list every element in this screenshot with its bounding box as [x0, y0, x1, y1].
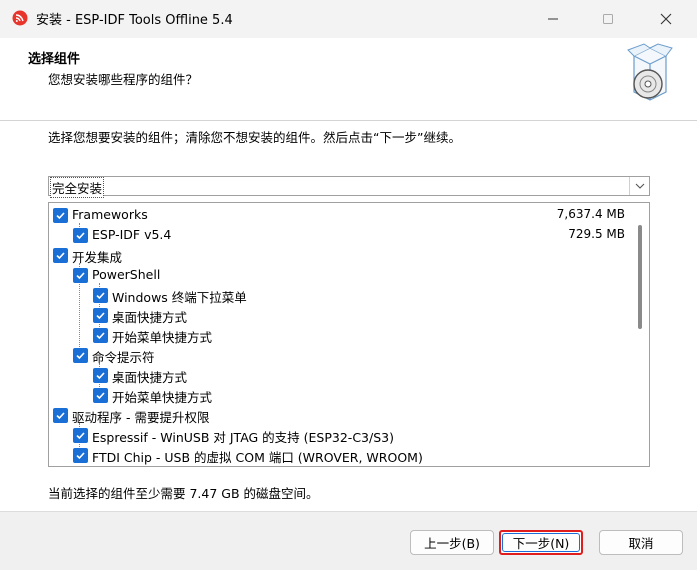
close-icon [660, 13, 672, 25]
component-row[interactable]: 开始菜单快捷方式 [49, 385, 629, 405]
component-label: Windows 终端下拉菜单 [112, 290, 247, 305]
espressif-logo-icon [12, 10, 28, 26]
component-label: Espressif - WinUSB 对 JTAG 的支持 (ESP32-C3/… [92, 430, 394, 445]
checkmark-icon [76, 432, 85, 440]
component-checkbox[interactable] [73, 268, 88, 283]
component-row[interactable]: 命令提示符 [49, 345, 629, 365]
close-button[interactable] [643, 0, 689, 38]
install-type-dropdown[interactable]: 完全安装 [48, 176, 650, 198]
component-size: 7,637.4 MB [556, 207, 625, 221]
component-checkbox[interactable] [73, 448, 88, 463]
page-subtitle: 您想安装哪些程序的组件？ [48, 72, 199, 87]
component-row[interactable]: 桌面快捷方式 [49, 305, 629, 325]
component-label: 桌面快捷方式 [112, 310, 188, 325]
component-checkbox[interactable] [73, 428, 88, 443]
back-button[interactable]: 上一步(B) [410, 530, 494, 555]
checkmark-icon [96, 332, 105, 340]
component-checkbox[interactable] [93, 388, 108, 403]
component-row[interactable]: 开发集成 [49, 245, 629, 265]
tree-scrollbar[interactable] [631, 203, 649, 466]
component-row[interactable]: FTDI Chip - USB 的虚拟 COM 端口 (WROVER, WROO… [49, 445, 629, 465]
component-label: 桌面快捷方式 [112, 370, 188, 385]
component-checkbox[interactable] [53, 408, 68, 423]
maximize-icon [603, 14, 613, 24]
minimize-button[interactable] [530, 0, 576, 38]
component-label: 开始菜单快捷方式 [112, 390, 213, 405]
checkmark-icon [96, 392, 105, 400]
component-label: 驱动程序 - 需要提升权限 [72, 410, 210, 425]
page-title: 选择组件 [28, 52, 81, 67]
component-label: ESP-IDF v5.4 [92, 227, 172, 242]
component-checkbox[interactable] [53, 248, 68, 263]
checkmark-icon [76, 452, 85, 460]
component-row[interactable]: Windows 终端下拉菜单 [49, 285, 629, 305]
component-label: 开始菜单快捷方式 [112, 330, 213, 345]
window-title: 安装 - ESP-IDF Tools Offline 5.4 [36, 13, 233, 28]
checkmark-icon [56, 252, 65, 260]
next-button[interactable]: 下一步(N) [499, 530, 583, 555]
wizard-footer: 上一步(B) 下一步(N) 取消 [0, 511, 697, 570]
checkmark-icon [56, 212, 65, 220]
wizard-body: 选择您想要安装的组件；清除您不想安装的组件。然后点击“下一步”继续。 完全安装 … [0, 121, 697, 511]
component-label: FTDI Chip - USB 的虚拟 COM 端口 (WROVER, WROO… [92, 450, 423, 465]
component-label: 开发集成 [72, 250, 123, 265]
scrollbar-thumb[interactable] [638, 225, 642, 329]
instructions-text: 选择您想要安装的组件；清除您不想安装的组件。然后点击“下一步”继续。 [48, 130, 461, 145]
component-label: 命令提示符 [92, 350, 155, 365]
install-type-value: 完全安装 [49, 177, 105, 198]
cancel-button[interactable]: 取消 [599, 530, 683, 555]
minimize-icon [548, 18, 558, 20]
dropdown-arrow[interactable] [629, 177, 649, 195]
install-box-disc-icon [627, 43, 673, 101]
component-label: Frameworks [72, 207, 148, 222]
disk-space-note: 当前选择的组件至少需要 7.47 GB 的磁盘空间。 [48, 486, 319, 501]
component-row[interactable]: 开始菜单快捷方式 [49, 325, 629, 345]
components-tree[interactable]: Frameworks 7,637.4 MB ESP-IDF v5.4 729.5 MB… [48, 202, 650, 467]
component-checkbox[interactable] [93, 308, 108, 323]
checkmark-icon [96, 372, 105, 380]
component-checkbox[interactable] [73, 228, 88, 243]
checkmark-icon [56, 412, 65, 420]
component-checkbox[interactable] [53, 208, 68, 223]
component-label: PowerShell [92, 267, 161, 282]
checkmark-icon [76, 272, 85, 280]
chevron-down-icon [635, 183, 644, 189]
checkmark-icon [76, 352, 85, 360]
component-size: 729.5 MB [568, 227, 625, 241]
next-button-label: 下一步(N) [502, 533, 580, 552]
component-row[interactable]: ESP-IDF v5.4 729.5 MB [49, 225, 629, 245]
component-row[interactable]: 桌面快捷方式 [49, 365, 629, 385]
checkmark-icon [96, 292, 105, 300]
title-bar: 安装 - ESP-IDF Tools Offline 5.4 [0, 0, 697, 38]
component-row[interactable]: PowerShell [49, 265, 629, 285]
checkmark-icon [76, 232, 85, 240]
component-row[interactable]: Espressif - WinUSB 对 JTAG 的支持 (ESP32-C3/… [49, 425, 629, 445]
checkmark-icon [96, 312, 105, 320]
component-row[interactable]: 驱动程序 - 需要提升权限 [49, 405, 629, 425]
component-checkbox[interactable] [73, 348, 88, 363]
wizard-header: 选择组件 您想安装哪些程序的组件？ [0, 38, 697, 120]
component-checkbox[interactable] [93, 368, 108, 383]
component-checkbox[interactable] [93, 288, 108, 303]
component-checkbox[interactable] [93, 328, 108, 343]
maximize-button[interactable] [585, 0, 631, 38]
component-row[interactable]: Frameworks 7,637.4 MB [49, 205, 629, 225]
